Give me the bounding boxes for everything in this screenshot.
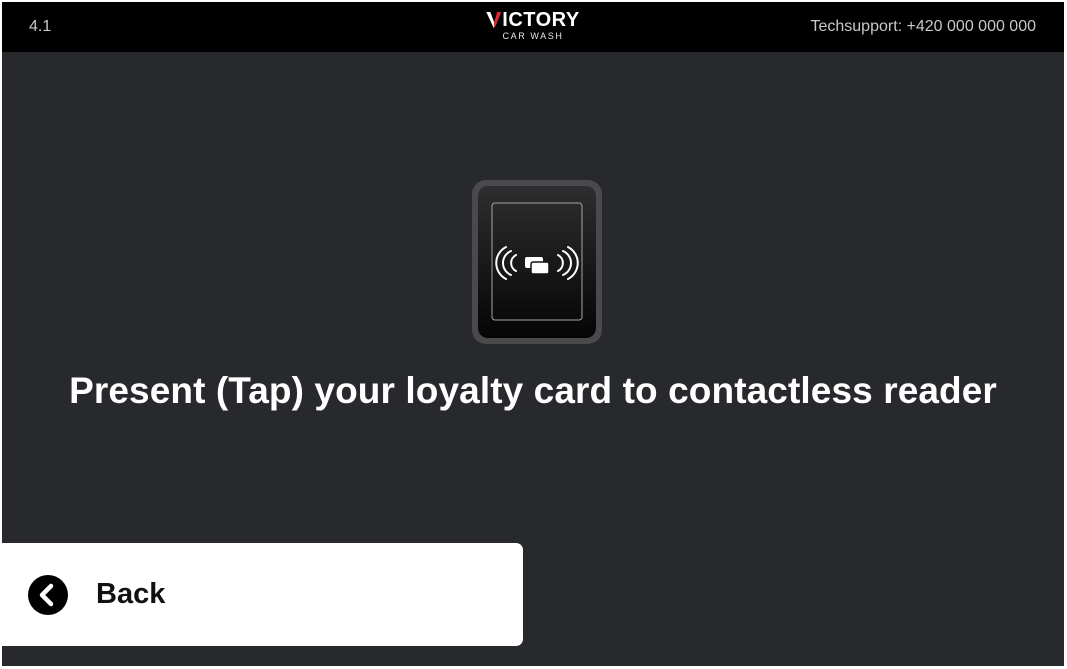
back-button-label[interactable]: Back xyxy=(96,578,165,611)
version-label: 4.1 xyxy=(29,18,52,35)
techsupport-phone: Techsupport: +420 000 000 000 xyxy=(810,18,1036,35)
logo-wordmark: ICTORY xyxy=(486,10,579,30)
back-button[interactable]: Back xyxy=(2,543,523,646)
kiosk-screen: 4.1 ICTORY CAR WASH Techsupport: +420 00… xyxy=(2,2,1064,666)
contactless-card-reader-icon xyxy=(472,180,602,344)
logo-v-icon xyxy=(486,12,502,28)
logo-name: ICTORY xyxy=(502,9,580,31)
instruction-message: Present (Tap) your loyalty card to conta… xyxy=(69,370,997,411)
header-bar: 4.1 ICTORY CAR WASH Techsupport: +420 00… xyxy=(2,2,1064,52)
brand-logo: ICTORY CAR WASH xyxy=(486,10,579,41)
chevron-left-icon[interactable] xyxy=(28,574,68,615)
logo-subtitle: CAR WASH xyxy=(502,31,564,41)
